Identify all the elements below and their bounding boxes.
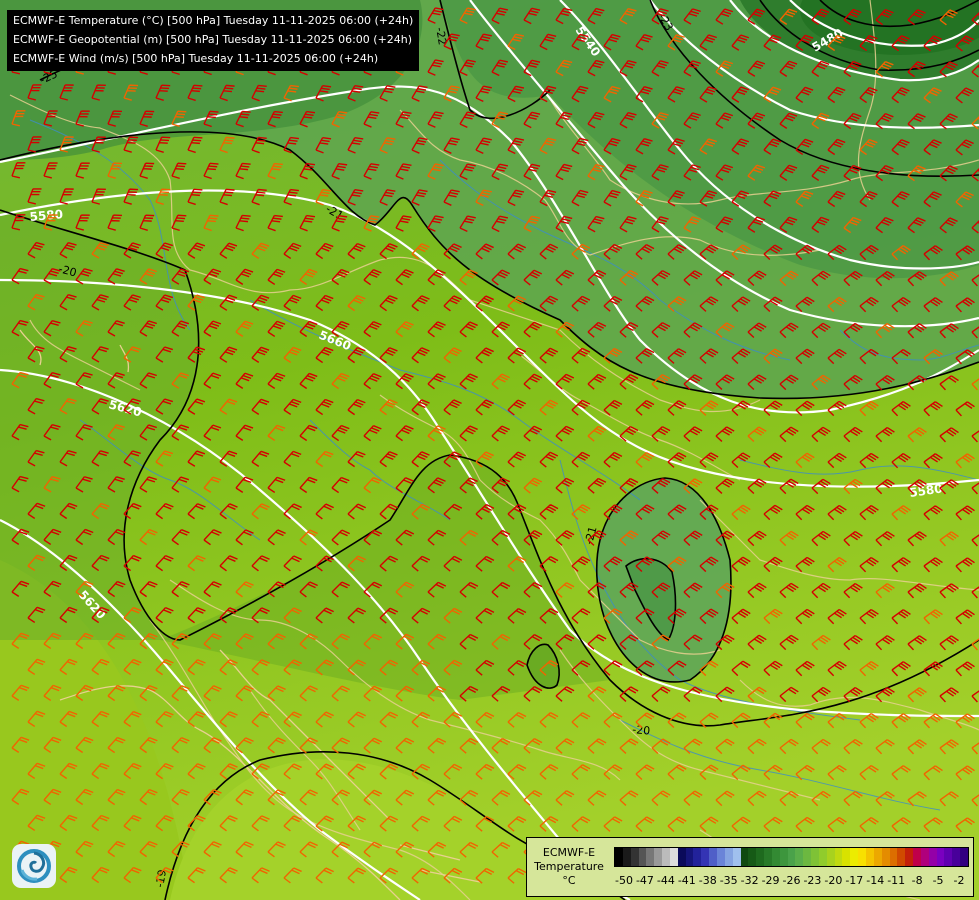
legend-tick: -8 [911,874,923,887]
ecmwf-swirl-icon [12,844,56,888]
title-wind: ECMWF-E Wind (m/s) [500 hPa] Tuesday 11-… [13,52,379,65]
title-temperature: ECMWF-E Temperature (°C) [500 hPa] Tuesd… [13,14,414,27]
legend-tick: -17 [845,874,864,887]
legend-tick: -2 [953,874,965,887]
legend-title-line: ECMWF-E [542,846,596,859]
legend-swatch [630,848,639,866]
weather-map[interactable]: 5540 5480 5580 5620 5660 5620 5580 -22 -… [0,0,979,900]
legend-swatch [662,848,670,866]
legend-swatch [803,848,812,866]
legend-swatch [756,848,765,866]
legend-swatch [795,848,804,866]
legend-swatch [920,848,929,866]
legend-swatch [928,848,937,866]
legend-tick: -23 [803,874,822,887]
legend-tick: -26 [782,874,801,887]
legend-tick: -11 [887,874,906,887]
legend-swatch [693,848,702,866]
ecmwf-logo[interactable] [12,844,56,888]
legend-swatch [913,848,921,866]
legend-color-scale [614,847,969,867]
legend-tick: -14 [866,874,885,887]
legend-tick: -38 [698,874,717,887]
legend-swatch [701,848,710,866]
legend-tick: -32 [740,874,759,887]
legend-swatch [842,848,851,866]
legend-swatch [826,848,835,866]
legend-swatch [779,848,788,866]
legend-swatch [850,848,859,866]
legend-swatch [811,848,819,866]
legend-swatch [677,848,686,866]
legend-swatch [646,848,655,866]
legend-tick: -20 [824,874,843,887]
legend-swatch [858,848,866,866]
legend-swatch [873,848,882,866]
legend-swatch [889,848,898,866]
legend-swatch [638,848,647,866]
legend-title-line: °C [562,874,576,887]
legend-swatch [834,848,843,866]
legend-swatch [960,848,968,866]
legend-tick: -44 [656,874,675,887]
legend-swatch [654,848,663,866]
legend-tick-labels: -50 -47 -44 -41 -38 -35 -32 -29 -26 -23 -20 -17 -14-… [614,874,969,888]
legend-tick: -29 [761,874,780,887]
legend-swatch [732,848,741,866]
legend-swatch [866,848,874,866]
legend-swatch [709,848,717,866]
legend-swatch [944,848,953,866]
legend-swatch [897,848,906,866]
legend-swatch [787,848,796,866]
legend-swatch [622,848,631,866]
title-geopotential: ECMWF-E Geopotential (m) [500 hPa] Tuesd… [13,33,413,46]
legend-swatch [716,848,725,866]
legend-swatch [905,848,914,866]
legend-tick: -35 [719,874,738,887]
map-titles: ECMWF-E Temperature (°C) [500 hPa] Tuesd… [7,10,420,71]
legend-tick: -50 [615,874,633,887]
legend-tick: -5 [932,874,944,887]
legend-title: ECMWF-E Temperature °C [531,846,607,888]
legend-swatch [771,848,780,866]
legend-title-line: Temperature [534,860,604,873]
legend-swatch [818,848,827,866]
legend-tick: -41 [677,874,696,887]
legend-swatch [669,848,678,866]
temperature-legend: ECMWF-E Temperature °C -50 -47 -44 -41 -38 -3… [526,837,974,897]
legend-swatch [724,848,733,866]
legend-swatch [740,848,749,866]
legend-swatch [615,848,623,866]
temperature-label: -20 [632,723,651,738]
legend-swatch [685,848,694,866]
legend-tick: -47 [635,874,654,887]
legend-swatch [952,848,961,866]
legend-swatch [748,848,757,866]
legend-swatch [881,848,890,866]
legend-swatch [764,848,772,866]
legend-swatch [936,848,945,866]
